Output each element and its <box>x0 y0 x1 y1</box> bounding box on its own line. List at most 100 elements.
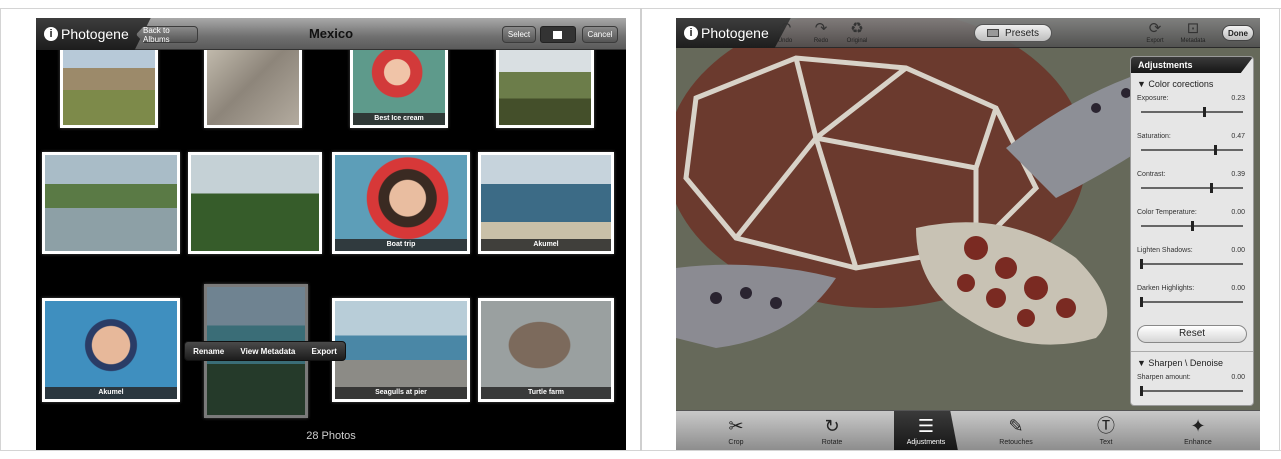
thumbnail-caption: Akumel <box>481 239 611 251</box>
enhance-icon: ✦ <box>1190 416 1206 436</box>
metadata-button[interactable]: ⊡ Metadata <box>1176 20 1210 46</box>
tab-label: Crop <box>728 439 744 446</box>
adjustments-icon: ☰ <box>917 416 935 436</box>
tab-label: Adjustments <box>906 439 946 446</box>
tab-adjustments[interactable]: ☰ Adjustments <box>894 411 958 450</box>
undo-label: Undo <box>777 38 793 44</box>
photo-thumbnail[interactable]: Akumel <box>478 152 614 254</box>
export-menu-item[interactable]: Export <box>312 347 337 356</box>
color-corrections-section[interactable]: ▼ Color corections <box>1131 73 1253 93</box>
slider-label: Lighten Shadows: <box>1137 247 1193 254</box>
photo-thumbnail[interactable]: Seagulls at pier <box>332 298 470 402</box>
done-button[interactable]: Done <box>1222 25 1254 41</box>
adjustment-slider[interactable]: Saturation: 0.47 <box>1131 131 1253 169</box>
slider-knob[interactable] <box>1214 145 1218 155</box>
tab-text[interactable]: Ⓣ Text <box>1074 411 1138 450</box>
original-button[interactable]: ♻ Original <box>840 20 874 46</box>
slider-track <box>1141 111 1243 113</box>
slider-value: 0.39 <box>1231 171 1245 178</box>
sharpen-amount-slider[interactable]: Sharpen amount: 0.00 <box>1131 372 1253 405</box>
slider-track <box>1141 263 1243 265</box>
adjustment-slider[interactable]: Color Temperature: 0.00 <box>1131 207 1253 245</box>
original-icon: ♻ <box>850 20 864 37</box>
export-button[interactable]: ⟳ Export <box>1138 20 1172 46</box>
tab-enhance[interactable]: ✦ Enhance <box>1166 411 1230 450</box>
tab-label: Rotate <box>821 439 843 446</box>
presets-button[interactable]: Presets <box>974 24 1052 42</box>
tab-retouches[interactable]: ✎ Retouches <box>984 411 1048 450</box>
left-border <box>0 8 1 451</box>
export-label: Export <box>1146 38 1164 44</box>
right-border <box>1279 8 1280 451</box>
slider-value: 0.00 <box>1231 247 1245 254</box>
slider-track <box>1141 149 1243 151</box>
brand-label: Photogene <box>701 25 769 41</box>
redo-button[interactable]: ↷ Redo <box>804 20 838 46</box>
rotate-icon: ↻ <box>824 416 840 436</box>
editor-toolbar: i Photogene ↶ Undo ↷ Redo ♻ Original Pre… <box>676 18 1260 48</box>
tab-label: Enhance <box>1184 439 1212 446</box>
original-label: Original <box>846 38 868 44</box>
tab-crop[interactable]: ✂ Crop <box>704 411 768 450</box>
adjustments-panel: Adjustments ▼ Color corections Exposure:… <box>1130 56 1254 406</box>
slider-value: 0.00 <box>1231 374 1245 381</box>
adjustment-slider[interactable]: Contrast: 0.39 <box>1131 169 1253 207</box>
photo-thumbnail[interactable]: Turtle farm <box>478 298 614 402</box>
text-icon: Ⓣ <box>1097 416 1115 436</box>
slider-label: Color Temperature: <box>1137 209 1197 216</box>
panel-divider <box>640 8 642 451</box>
select-button[interactable]: Select <box>502 26 536 43</box>
thumbnail-caption: Akumel <box>45 387 177 399</box>
redo-icon: ↷ <box>814 20 828 37</box>
slider-label: Sharpen amount: <box>1137 374 1191 381</box>
slider-knob[interactable] <box>1140 297 1143 307</box>
reset-button[interactable]: Reset <box>1137 325 1247 343</box>
adjustment-slider[interactable]: Exposure: 0.23 <box>1131 93 1253 131</box>
view-toggle[interactable] <box>540 26 576 43</box>
slider-value: 0.00 <box>1231 285 1245 292</box>
color-slider-list: Exposure: 0.23 Saturation: 0.47 Contrast: 0.3… <box>1131 93 1253 321</box>
photo-count: 28 Photos <box>306 430 356 442</box>
slider-knob[interactable] <box>1210 183 1214 193</box>
metadata-icon: ⊡ <box>1186 20 1200 37</box>
slider-label: Saturation: <box>1137 133 1171 140</box>
slider-knob[interactable] <box>1140 386 1143 396</box>
tab-rotate[interactable]: ↻ Rotate <box>800 411 864 450</box>
album-toolbar: i Photogene Back to Albums Mexico Select… <box>36 18 626 50</box>
tab-label: Text <box>1099 439 1113 446</box>
metadata-label: Metadata <box>1180 38 1206 44</box>
presets-label: Presets <box>1005 27 1039 39</box>
editor-bottom-tabbar: ✂ Crop ↻ Rotate ☰ Adjustments ✎ Retouches Ⓣ Text ✦… <box>676 410 1260 450</box>
slider-track <box>1141 301 1243 303</box>
thumbnail-caption: Seagulls at pier <box>335 387 467 399</box>
scissors-icon: ✂ <box>728 416 744 436</box>
slider-knob[interactable] <box>1140 259 1143 269</box>
undo-button[interactable]: ↶ Undo <box>768 20 802 46</box>
thumbnail-caption: Turtle farm <box>481 387 611 399</box>
tab-label: Retouches <box>999 439 1033 446</box>
slider-value: 0.00 <box>1231 209 1245 216</box>
photogene-logo-icon: i <box>684 26 698 40</box>
rename-menu-item[interactable]: Rename <box>193 347 224 356</box>
toggle-thumb <box>553 31 562 39</box>
editor-screen: i Photogene ↶ Undo ↷ Redo ♻ Original Pre… <box>676 18 1260 450</box>
presets-icon <box>987 29 1000 37</box>
photo-thumbnail[interactable]: Boat trip <box>332 152 470 254</box>
export-icon: ⟳ <box>1148 20 1162 37</box>
album-screen: Best Ice cream Boat trip Akumel Akumel S… <box>36 18 626 450</box>
slider-knob[interactable] <box>1191 221 1194 231</box>
cancel-button[interactable]: Cancel <box>582 26 618 43</box>
slider-value: 0.23 <box>1231 95 1245 102</box>
adjustment-slider[interactable]: Lighten Shadows: 0.00 <box>1131 245 1253 283</box>
redo-label: Redo <box>813 38 829 44</box>
thumbnail-caption: Boat trip <box>335 239 467 251</box>
view-metadata-menu-item[interactable]: View Metadata <box>240 347 295 356</box>
slider-label: Contrast: <box>1137 171 1166 178</box>
sharpen-denoise-section[interactable]: ▼ Sharpen \ Denoise <box>1131 352 1253 372</box>
adjustment-slider[interactable]: Darken Highlights: 0.00 <box>1131 283 1253 321</box>
photo-thumbnail[interactable] <box>42 152 180 254</box>
slider-track <box>1141 187 1243 189</box>
slider-knob[interactable] <box>1203 107 1207 117</box>
photo-thumbnail[interactable] <box>188 152 322 254</box>
photo-thumbnail[interactable]: Akumel <box>42 298 180 402</box>
